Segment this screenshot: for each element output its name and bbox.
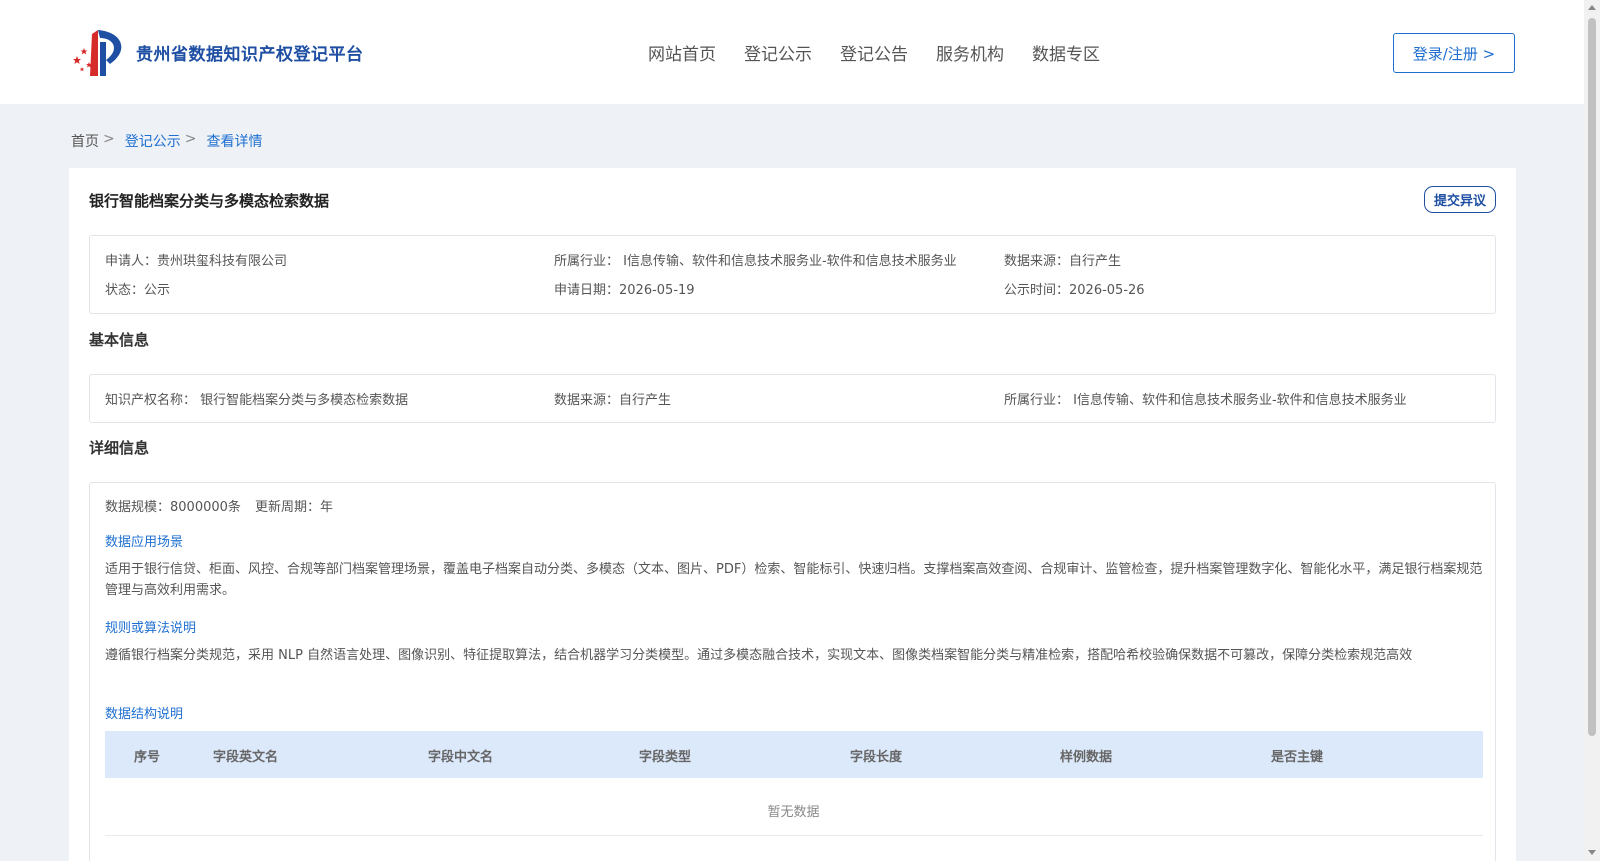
nav-service-agencies[interactable]: 服务机构 — [936, 40, 1004, 65]
nav-registration-announcement[interactable]: 登记公告 — [840, 40, 908, 65]
brand-name: 贵州省数据知识产权登记平台 — [136, 44, 364, 65]
data-scale: 数据规模：8000000条 — [105, 500, 241, 515]
rule-title: 规则或算法说明 — [105, 621, 197, 636]
scroll-up-icon[interactable] — [1588, 5, 1596, 10]
basic-industry: 所属行业： I信息传输、软件和信息技术服务业-软件和信息技术服务业 — [1004, 393, 1407, 408]
breadcrumb-list[interactable]: 登记公示 — [125, 131, 181, 151]
th-field-en: 字段英文名 — [213, 750, 279, 765]
breadcrumb: 首页 > 登记公示 > 查看详情 — [71, 131, 266, 151]
basic-data-source: 数据来源：自行产生 — [554, 393, 672, 408]
rule-text: 遵循银行档案分类规范，采用 NLP 自然语言处理、图像识别、特征提取算法，结合机… — [105, 648, 1413, 663]
breadcrumb-separator: > — [103, 131, 115, 147]
breadcrumb-separator: > — [184, 131, 197, 147]
breadcrumb-home[interactable]: 首页 — [71, 131, 99, 151]
nav-home[interactable]: 网站首页 — [648, 40, 716, 65]
apply-date: 申请日期：2026-05-19 — [554, 283, 695, 298]
th-field-cn: 字段中文名 — [428, 750, 494, 765]
th-field-length: 字段长度 — [850, 750, 903, 765]
data-source: 数据来源：自行产生 — [1004, 254, 1122, 269]
th-index: 序号 — [134, 750, 161, 765]
nav-registration-publicity[interactable]: 登记公示 — [744, 40, 812, 65]
submit-objection-button[interactable]: 提交异议 — [1423, 186, 1496, 213]
breadcrumb-current[interactable]: 查看详情 — [206, 131, 262, 151]
site-header: 贵州省数据知识产权登记平台 网站首页 登记公示 登记公告 服务机构 数据专区 登… — [0, 0, 1584, 104]
scroll-down-icon[interactable] — [1588, 850, 1596, 855]
main-nav: 网站首页 登记公示 登记公告 服务机构 数据专区 — [648, 40, 1128, 65]
record-title: 银行智能档案分类与多模态检索数据 — [89, 192, 330, 210]
table-header-row: 序号 字段英文名 字段中文名 字段类型 字段长度 样例数据 是否主键 — [105, 731, 1483, 778]
table-divider — [105, 835, 1483, 836]
scroll-thumb[interactable] — [1588, 18, 1596, 736]
site-logo[interactable]: 贵州省数据知识产权登记平台 — [70, 26, 364, 78]
table-empty-text: 暂无数据 — [767, 805, 820, 820]
structure-title: 数据结构说明 — [105, 707, 184, 722]
nav-data-zone[interactable]: 数据专区 — [1032, 40, 1100, 65]
update-cycle: 更新周期：年 — [255, 500, 334, 515]
detail-info-box: 数据规模：8000000条 更新周期：年 数据应用场景 适用于银行信贷、柜面、风… — [89, 482, 1496, 861]
th-field-type: 字段类型 — [639, 750, 692, 765]
scenario-title: 数据应用场景 — [105, 535, 184, 550]
page-scrollbar[interactable] — [1584, 0, 1600, 861]
th-primary-key: 是否主键 — [1271, 750, 1324, 765]
status: 状态：公示 — [105, 283, 171, 298]
login-register-button[interactable]: 登录/注册 > — [1393, 33, 1515, 73]
basic-info-title: 基本信息 — [89, 331, 150, 349]
applicant: 申请人：贵州珙玺科技有限公司 — [105, 254, 288, 269]
scenario-text: 适用于银行信贷、柜面、风控、合规等部门档案管理场景，覆盖电子档案自动分类、多模态… — [105, 562, 1483, 598]
detail-info-title: 详细信息 — [89, 439, 150, 457]
detail-card: 银行智能档案分类与多模态检索数据 提交异议 申请人：贵州珙玺科技有限公司 所属行… — [69, 168, 1516, 861]
publish-date: 公示时间：2026-05-26 — [1004, 283, 1145, 298]
th-sample-data: 样例数据 — [1060, 750, 1113, 765]
industry: 所属行业： I信息传输、软件和信息技术服务业-软件和信息技术服务业 — [554, 254, 957, 269]
logo-icon — [73, 30, 122, 76]
ip-name: 知识产权名称： 银行智能档案分类与多模态检索数据 — [105, 393, 409, 408]
summary-box: 申请人：贵州珙玺科技有限公司 所属行业： I信息传输、软件和信息技术服务业-软件… — [89, 235, 1496, 314]
basic-info-box: 知识产权名称： 银行智能档案分类与多模态检索数据 数据来源：自行产生 所属行业：… — [89, 374, 1496, 423]
